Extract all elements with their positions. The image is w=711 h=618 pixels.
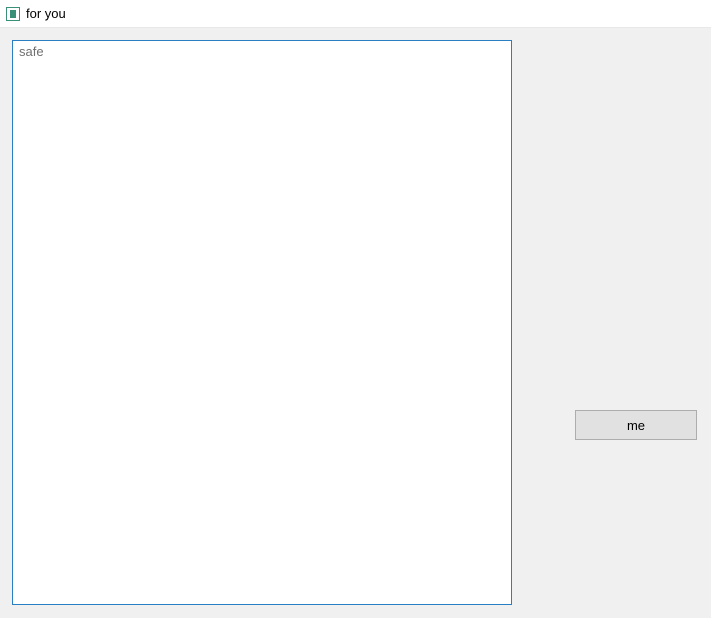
me-button[interactable]: me: [575, 410, 697, 440]
client-area: me: [0, 28, 711, 618]
app-icon: [6, 7, 20, 21]
title-bar: for you: [0, 0, 711, 28]
window-title: for you: [26, 6, 66, 21]
main-textarea[interactable]: [12, 40, 512, 605]
